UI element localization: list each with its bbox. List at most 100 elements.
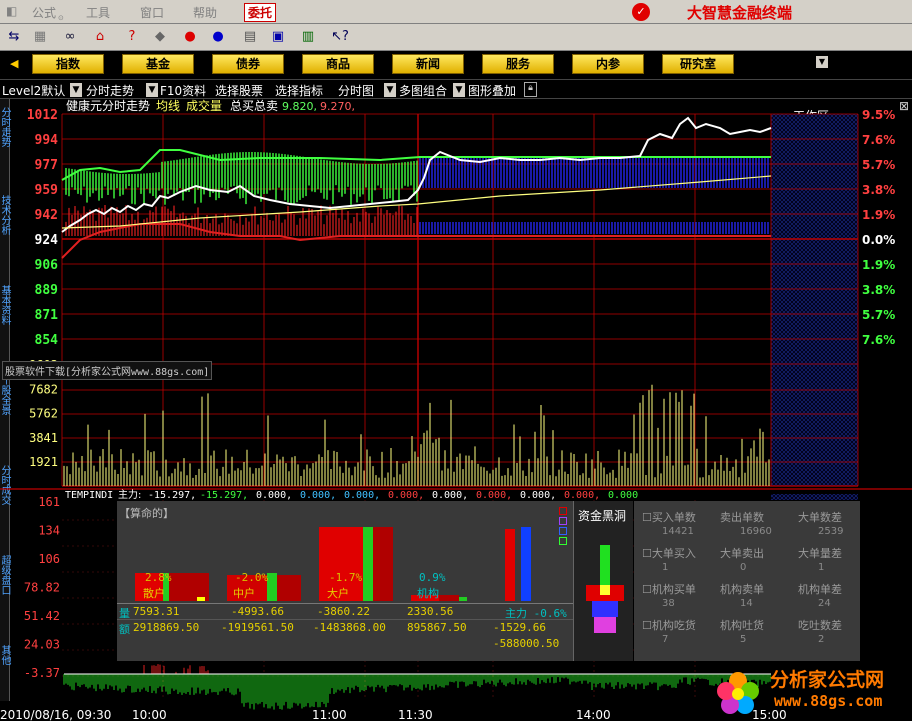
indicator-tick-label: 134 (38, 524, 60, 538)
fortune-panel: 【算命的】 2.8% 散户 -2.0% 中户 -1.7% 大户 0.9% 机构 … (117, 501, 573, 661)
large-pct: -1.7% (329, 571, 363, 584)
retail-pct: 2.8% (145, 571, 172, 584)
time-tick-label: 14:00 (576, 708, 611, 721)
price-tick-label: 871 (35, 308, 59, 323)
chart-title: 健康元分时走势 (66, 98, 150, 113)
inst-amount: 895867.50 (407, 621, 467, 634)
indicator-value: 0.000, (388, 490, 424, 501)
stat-value: 1 (662, 562, 669, 573)
large-label: 大户 (327, 587, 349, 600)
inst-volume: 2330.56 (407, 605, 454, 618)
indicator-value: 0.000, (476, 490, 512, 501)
price-tick-label: 1012 (27, 108, 58, 123)
indicator-value: 0.000, (432, 490, 468, 501)
indicator-tick-label: 51.42 (24, 609, 60, 623)
buy-sell-label: 总买总卖 (230, 99, 278, 113)
stat-label: 机构卖单 (720, 583, 764, 596)
avg-label: 均线 (156, 99, 180, 113)
retail-amount: 2918869.50 (133, 621, 200, 634)
stat-label: 卖出单数 (720, 511, 764, 524)
large-amount: -1483868.00 (313, 621, 386, 634)
after-hours-area (771, 114, 858, 486)
indicator-value: 0.000 (608, 490, 638, 501)
price-tick-label: 924 (35, 233, 59, 248)
time-tick-label: 2010/08/16, 09:30 (0, 708, 111, 721)
indicator-value: 0.000, (300, 490, 336, 501)
stat-label: 机构单差 (798, 583, 842, 596)
indicator-tick-label: 78.82 (24, 581, 60, 595)
volume-tick-label: 3841 (29, 431, 58, 445)
time-tick-label: 11:30 (398, 708, 433, 721)
legend-green-box (559, 537, 567, 545)
indicator-main-value: -15.297, (148, 490, 196, 501)
price-tick-label: 854 (35, 333, 59, 348)
stat-label: 大单卖出 (720, 547, 764, 560)
pct-tick-label: 7.6% (862, 333, 895, 347)
mid-label: 中户 (233, 587, 255, 600)
indicator-tick-label: 161 (38, 495, 60, 509)
pct-tick-label: 0.0% (862, 233, 895, 247)
stat-label: 大单数差 (798, 511, 842, 524)
main-force-pct: 主力 -0.6% (505, 607, 567, 620)
indicator-main-label: 主力: (118, 488, 141, 501)
volume-tick-label: 1921 (29, 455, 58, 469)
stats-panel: ☐买入单数 14421 卖出单数 16960 大单数差 2539 ☐大单买入 1 大单卖出 0 大单… (634, 501, 860, 661)
main-force-volume: -1529.66 (493, 621, 546, 634)
price-tick-label: 959 (35, 183, 58, 198)
pct-tick-label: 1.9% (862, 208, 895, 222)
pct-tick-label: 5.7% (862, 308, 895, 322)
time-tick-label: 10:00 (132, 708, 167, 721)
mid-pct: -2.0% (235, 571, 269, 584)
indicator-value: 0.000, (344, 490, 380, 501)
indicator-value: -15.297, (200, 490, 248, 501)
indicator-name: TEMPINDI (65, 490, 113, 501)
indicator-tick-label: 24.03 (24, 638, 60, 652)
volume-tick-label: 5762 (29, 407, 58, 421)
main-force-blue-bar (521, 527, 531, 601)
price-tick-label: 942 (35, 208, 58, 223)
sell-value: 9.270, (320, 100, 355, 113)
watermark-text: 股票软件下载[分析家公式网www.88gs.com] (2, 361, 213, 380)
legend-red-box (559, 507, 567, 515)
price-tick-label: 906 (35, 258, 59, 273)
row-amount-label: 额 (119, 623, 130, 636)
pct-tick-label: 9.5% (862, 108, 895, 122)
close-icon: ⊠ (899, 99, 909, 113)
legend-purple-box (559, 517, 567, 525)
stat-label: 机构吐货 (720, 619, 764, 632)
stat-value: 2 (818, 634, 825, 645)
inst-label: 机构 (417, 587, 439, 600)
pct-tick-label: 3.8% (862, 183, 895, 197)
retail-label: 散户 (143, 587, 165, 600)
logo-text: 分析家公式网 (770, 669, 885, 691)
vol-label: 成交量 (186, 98, 222, 113)
stat-value: 38 (662, 598, 675, 609)
stat-value: 14421 (662, 526, 694, 537)
stat-value: 16960 (740, 526, 772, 537)
stat-label: ☐大单买入 (642, 547, 696, 560)
stat-value: 24 (818, 598, 831, 609)
stat-value: 7 (662, 634, 669, 645)
large-volume: -3860.22 (317, 605, 370, 618)
indicator-tick-label: 106 (38, 552, 60, 566)
buy-value: 9.820, (282, 100, 317, 113)
pct-tick-label: 5.7% (862, 158, 895, 172)
row-volume-label: 量 (119, 607, 130, 620)
main-force-red-bar (505, 529, 515, 601)
capital-hole-title: 资金黑洞 (578, 509, 627, 523)
retail-volume: 7593.31 (133, 605, 180, 618)
pct-tick-label: 7.6% (862, 133, 895, 147)
indicator-value: 0.000, (564, 490, 600, 501)
legend-blue-box (559, 527, 567, 535)
time-tick-label: 11:00 (312, 708, 347, 721)
stat-label: 吃吐数差 (798, 619, 842, 632)
stat-label: 大单量差 (798, 547, 842, 560)
logo-url: www.88gs.com (774, 692, 883, 710)
indicator-value: 0.000, (256, 490, 292, 501)
stat-label: ☐机构买单 (642, 583, 696, 596)
stat-label: ☐机构吃货 (642, 619, 696, 632)
stat-label: ☐买入单数 (642, 511, 696, 524)
flower-icon (717, 672, 759, 714)
stat-value: 2539 (818, 526, 844, 537)
stat-value: 1 (818, 562, 825, 573)
